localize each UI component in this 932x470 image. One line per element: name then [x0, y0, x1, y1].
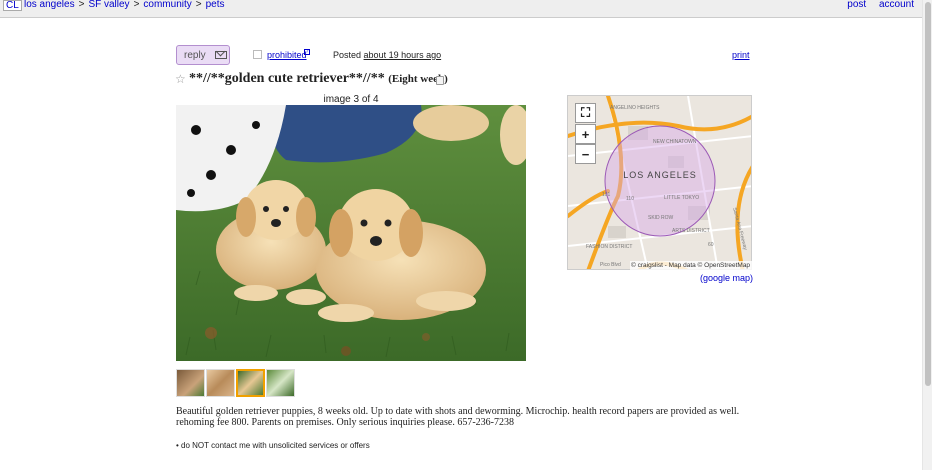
map-attribution[interactable]: © craigslist - Map data © OpenStreetMap [630, 261, 752, 270]
posting-title: **//**golden cute retriever**//** (Eight… [189, 71, 448, 87]
map-label-angelino-heights: ANGELINO HEIGHTS [610, 105, 660, 111]
breadcrumb-community[interactable]: community [143, 0, 191, 10]
breadcrumb: los angeles > SF valley > community > pets [24, 0, 225, 10]
map-label-skid-row: SKID ROW [648, 215, 674, 221]
thumbnail-2[interactable] [206, 369, 235, 397]
map-label-new-chinatown: NEW CHINATOWN [653, 139, 697, 145]
notices-list: do NOT contact me with unsolicited servi… [176, 441, 370, 450]
reply-button[interactable]: reply [176, 45, 230, 65]
reply-label: reply [184, 49, 206, 61]
prohibited-checkbox[interactable] [253, 50, 262, 59]
breadcrumb-separator: > [78, 0, 85, 10]
post-link[interactable]: post [847, 0, 866, 10]
map-street-pico: Pico Blvd [600, 262, 621, 268]
vertical-scrollbar[interactable] [922, 0, 932, 470]
posted-date: Posted about 19 hours ago [333, 50, 441, 60]
header-links: post account [837, 0, 914, 10]
fullscreen-button[interactable]: ⛶ [575, 103, 596, 123]
puppies-photo [176, 105, 526, 361]
hide-posting-icon[interactable] [436, 76, 444, 85]
breadcrumb-separator: > [133, 0, 140, 10]
print-link[interactable]: print [732, 50, 750, 60]
map-city-label: LOS ANGELES [623, 170, 697, 180]
zoom-in-button[interactable]: + [575, 124, 596, 144]
map-label-arts-district: ARTS DISTRICT [672, 228, 710, 234]
help-icon[interactable]: ? [304, 49, 310, 55]
fullscreen-icon: ⛶ [580, 105, 591, 120]
zoom-out-button[interactable]: − [575, 144, 596, 164]
posted-prefix: Posted [333, 50, 362, 60]
account-link[interactable]: account [879, 0, 914, 10]
title-text: **//**golden cute retriever**//** [189, 71, 385, 86]
plus-icon: + [581, 126, 590, 142]
posting-body: Beautiful golden retriever puppies, 8 we… [176, 406, 740, 428]
top-bar: CL los angeles > SF valley > community > pets … [0, 0, 922, 18]
prohibited-link[interactable]: prohibited [267, 50, 307, 60]
posted-time: about 19 hours ago [363, 50, 442, 60]
breadcrumb-separator: > [195, 0, 202, 10]
main-photo[interactable] [176, 105, 526, 361]
scrollbar-thumb[interactable] [925, 2, 931, 386]
image-counter: image 3 of 4 [323, 94, 379, 105]
breadcrumb-los-angeles[interactable]: los angeles [24, 0, 75, 10]
mail-icon [214, 51, 227, 59]
google-map-link[interactable]: (google map) [700, 273, 753, 283]
thumbnail-1[interactable] [176, 369, 205, 397]
map-route-101: 101 [602, 192, 611, 198]
map-label-fashion-district: FASHION DISTRICT [586, 244, 632, 250]
breadcrumb-pets[interactable]: pets [206, 0, 225, 10]
breadcrumb-sf-valley[interactable]: SF valley [88, 0, 129, 10]
craigslist-logo[interactable]: CL [3, 0, 22, 11]
minus-icon: − [581, 146, 590, 162]
map-route-110: 110 [626, 196, 634, 202]
favorite-star-icon[interactable]: ☆ [175, 73, 186, 85]
thumbnail-strip [176, 369, 295, 397]
thumbnail-4[interactable] [266, 369, 295, 397]
thumbnail-3[interactable] [236, 369, 265, 397]
map-label-little-tokyo: LITTLE TOKYO [664, 195, 699, 201]
map-route-60: 60 [708, 242, 714, 248]
notice-item: do NOT contact me with unsolicited servi… [176, 441, 370, 450]
